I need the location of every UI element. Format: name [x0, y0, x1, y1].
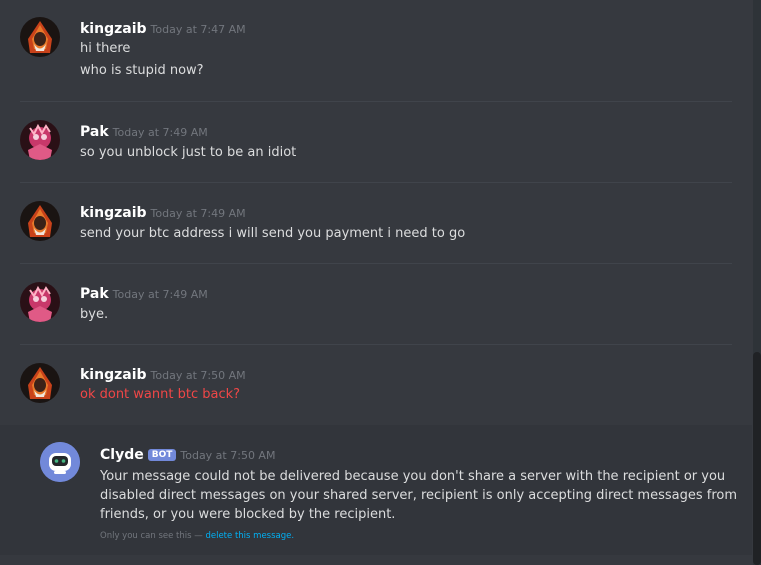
- message-group: Pak Today at 7:49 AM bye.: [0, 264, 732, 344]
- message-text: who is stupid now?: [80, 63, 204, 78]
- system-message-text: disabled direct messages on your shared …: [100, 488, 738, 503]
- message-header: Pak Today at 7:49 AM: [80, 283, 208, 302]
- author-name[interactable]: kingzaib: [80, 205, 147, 221]
- pak-avatar-icon[interactable]: [20, 282, 60, 322]
- failed-message-text: ok dont wannt btc back?: [80, 387, 241, 402]
- ephemeral-note-text: Only you can see this —: [100, 531, 203, 541]
- timestamp: Today at 7:50 AM: [150, 369, 246, 382]
- system-message-text: friends, or you were blocked by the reci…: [100, 507, 396, 522]
- message-text: hi there: [80, 41, 131, 56]
- author-name[interactable]: kingzaib: [80, 21, 147, 37]
- kingzaib-avatar-icon[interactable]: [20, 17, 60, 57]
- ephemeral-note: Only you can see this — delete this mess…: [100, 531, 294, 541]
- pak-avatar-icon[interactable]: [20, 120, 60, 160]
- message-header: Clyde BOT Today at 7:50 AM: [100, 444, 275, 463]
- timestamp: Today at 7:47 AM: [150, 23, 246, 36]
- scrollbar-thumb[interactable]: [753, 352, 761, 565]
- timestamp: Today at 7:49 AM: [112, 126, 208, 139]
- delete-message-link[interactable]: delete this message.: [205, 531, 294, 541]
- bot-badge: BOT: [147, 449, 177, 461]
- timestamp: Today at 7:49 AM: [112, 288, 208, 301]
- author-name[interactable]: Clyde: [100, 447, 144, 463]
- message-group: kingzaib Today at 7:47 AM hi there who is…: [0, 0, 732, 101]
- message-text: send your btc address i will send you pa…: [80, 226, 466, 241]
- message-header: kingzaib Today at 7:50 AM: [80, 364, 246, 383]
- kingzaib-avatar-icon[interactable]: [20, 201, 60, 241]
- timestamp: Today at 7:49 AM: [150, 207, 246, 220]
- author-name[interactable]: kingzaib: [80, 367, 147, 383]
- message-group: kingzaib Today at 7:50 AM ok dont wannt b…: [0, 345, 732, 425]
- kingzaib-avatar-icon[interactable]: [20, 363, 60, 403]
- message-header: kingzaib Today at 7:49 AM: [80, 202, 246, 221]
- author-name[interactable]: Pak: [80, 286, 109, 302]
- message-header: Pak Today at 7:49 AM: [80, 121, 208, 140]
- chat-messages: kingzaib Today at 7:47 AM hi there who is…: [0, 0, 752, 565]
- message-group: kingzaib Today at 7:49 AM send your btc a…: [0, 183, 732, 263]
- timestamp: Today at 7:50 AM: [180, 449, 276, 462]
- message-text: so you unblock just to be an idiot: [80, 145, 297, 160]
- message-group: Pak Today at 7:49 AM so you unblock just …: [0, 102, 732, 182]
- clyde-robot-icon[interactable]: [40, 442, 80, 482]
- author-name[interactable]: Pak: [80, 124, 109, 140]
- message-header: kingzaib Today at 7:47 AM: [80, 18, 246, 37]
- clyde-ephemeral-message: Clyde BOT Today at 7:50 AM Your message co…: [0, 425, 752, 555]
- system-message-text: Your message could not be delivered beca…: [100, 469, 726, 484]
- message-text: bye.: [80, 307, 109, 322]
